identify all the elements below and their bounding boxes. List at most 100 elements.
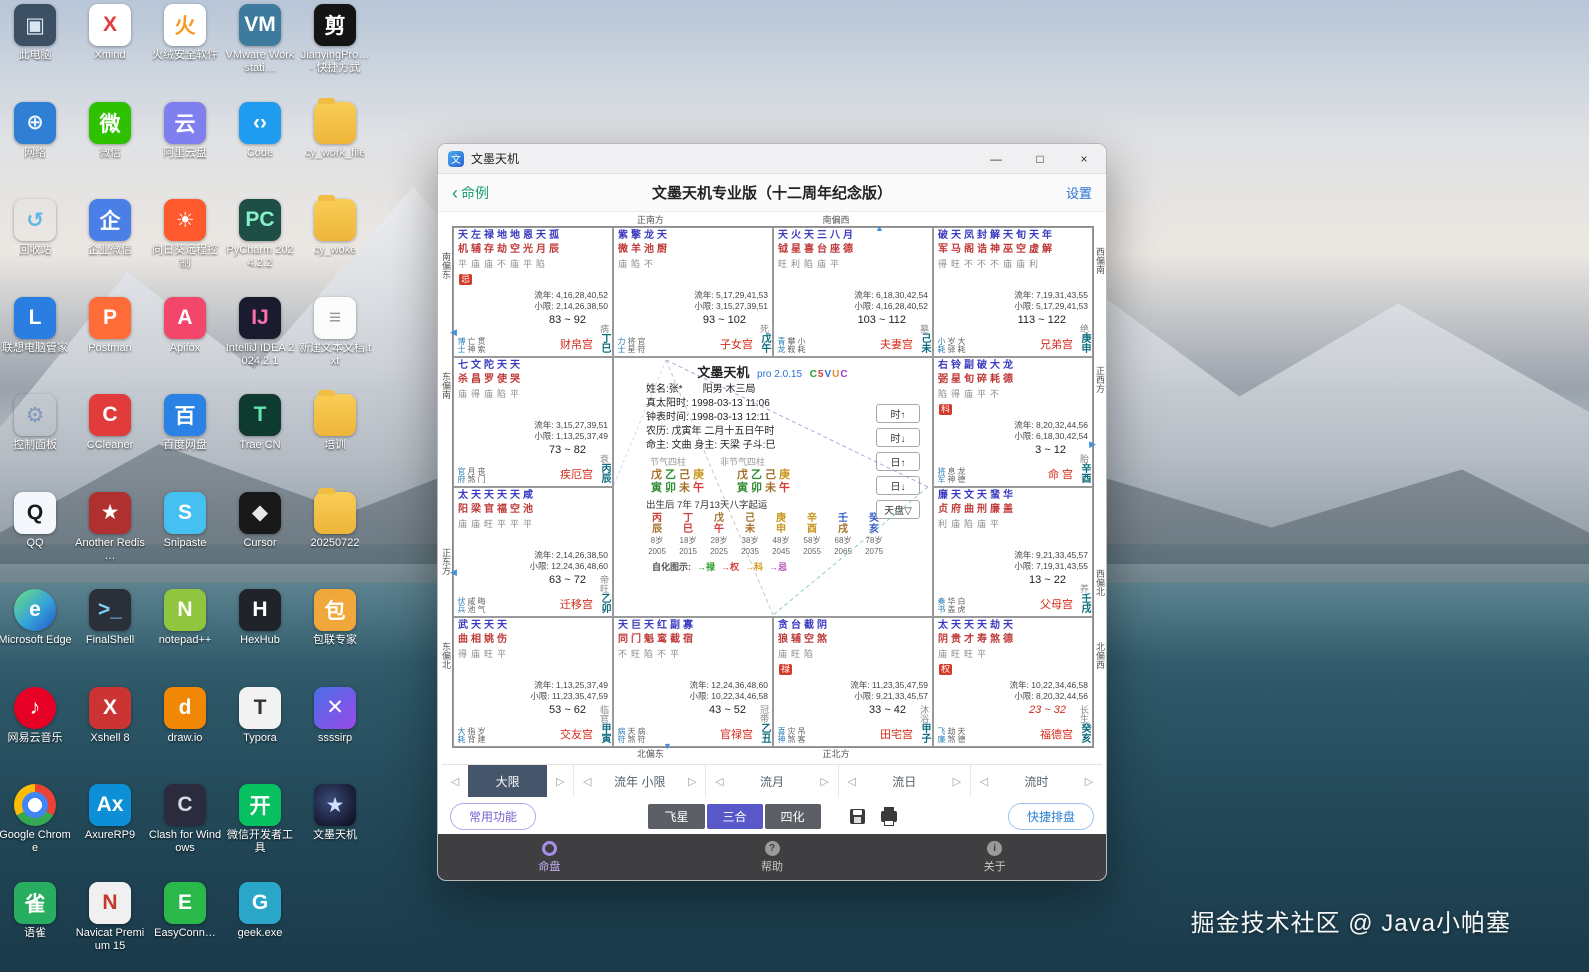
desktop-icon-trae-cn[interactable]: TTrae CN	[223, 394, 297, 488]
desktop-icon-wenmo-tianji[interactable]: ★文墨天机	[298, 784, 372, 878]
palace-cell-hai[interactable]: 太天天天劫天阴贵才寿煞德庙旺旺平权流年: 10,22,34,46,58小限: 8…	[933, 617, 1093, 747]
palace-cell-xu[interactable]: 廉天文天蜚华贞府曲刑廉盖利庙陷庙平流年: 9,21,33,45,57小限: 7,…	[933, 487, 1093, 617]
dayun-column[interactable]: 戊午28岁2025	[706, 513, 732, 557]
back-button[interactable]: ‹ 命例	[452, 183, 489, 203]
bottom-tab-0[interactable]: 命盘	[438, 834, 661, 880]
dayun-column[interactable]: 辛酉58岁2055	[799, 513, 825, 557]
settings-button[interactable]: 设置	[1066, 183, 1092, 202]
mode-button-0[interactable]: 飞星	[648, 804, 704, 829]
desktop-icon-sunlogin[interactable]: ☀向日葵远程控制	[148, 199, 222, 293]
desktop-icon-huorong-security[interactable]: 火火绒安全软件	[148, 4, 222, 98]
desktop-icon-vmware-workstation[interactable]: VMVMware Workstati…	[223, 4, 297, 98]
desktop-icon-axure-rp9[interactable]: AxAxureRP9	[73, 784, 147, 878]
desktop-icon-recycle-bin[interactable]: ↺回收站	[0, 199, 72, 293]
desktop-icon-hexhub[interactable]: HHexHub	[223, 589, 297, 683]
nav-next-button-0[interactable]: ▷	[547, 765, 573, 797]
desktop-icon-aliyun-drive[interactable]: 云阿里云盘	[148, 102, 222, 196]
desktop-icon-postman[interactable]: PPostman	[73, 297, 147, 391]
palace-cell-mao[interactable]: 太天天天天咸阳梁官福空池庙庙旺平平平流年: 2,14,26,38,50小限: 1…	[453, 487, 613, 617]
desktop-icon-google-chrome[interactable]: Google Chrome	[0, 784, 72, 878]
desktop-icon-baidu-netdisk[interactable]: 百百度网盘	[148, 394, 222, 488]
dayun-column[interactable]: 丙辰8岁2005	[644, 513, 670, 557]
palace-cell-yin[interactable]: 武天天天曲相姚伤得庙旺平流年: 1,13,25,37,49小限: 11,23,3…	[453, 617, 613, 747]
desktop-icon-finalshell[interactable]: >_FinalShell	[73, 589, 147, 683]
desktop-icon-wechat[interactable]: 微微信	[73, 102, 147, 196]
nav-next-button-2[interactable]: ▷	[812, 765, 838, 797]
hour-up-button[interactable]: 时↑	[876, 404, 920, 423]
day-up-button[interactable]: 日↑	[876, 452, 920, 471]
nav-prev-button-1[interactable]: ◁	[574, 765, 600, 797]
palace-cell-you[interactable]: 右铃副破大龙弼星旬碎耗德陷得庙平不科流年: 8,20,32,44,56小限: 6…	[933, 357, 1093, 487]
desktop-icon-pycharm[interactable]: PCPyCharm 2024.2.2	[223, 199, 297, 293]
palace-cell-wei[interactable]: 天火天三八月钺星喜台座德旺利陷庙平流年: 6,18,30,42,54小限: 4,…	[773, 227, 933, 357]
close-button[interactable]: ×	[1062, 144, 1106, 173]
desktop-icon-folder-20250722[interactable]: 20250722	[298, 492, 372, 586]
mode-button-1[interactable]: 三合	[707, 804, 763, 829]
desktop-icon-cursor[interactable]: ◆Cursor	[223, 492, 297, 586]
desktop-icon-control-panel[interactable]: ⚙控制面板	[0, 394, 72, 488]
desktop-icon-apifox[interactable]: AApifox	[148, 297, 222, 391]
desktop-icon-drawio[interactable]: ddraw.io	[148, 687, 222, 781]
desktop-icon-baolian-expert[interactable]: 包包联专家	[298, 589, 372, 683]
tianpan-button[interactable]: 天盘▽	[876, 500, 920, 519]
dayun-column[interactable]: 癸亥78岁2075	[861, 513, 887, 557]
desktop-icon-vscode[interactable]: ‹›Code	[223, 102, 297, 196]
bottom-tab-2[interactable]: i关于	[883, 834, 1106, 880]
common-functions-button[interactable]: 常用功能	[450, 803, 536, 830]
desktop-icon-intellij-idea[interactable]: IJIntelliJ IDEA 2024.2.1	[223, 297, 297, 391]
palace-cell-wu[interactable]: 紫擎龙天微羊池厨庙陷不流年: 5,17,29,41,53小限: 3,15,27,…	[613, 227, 773, 357]
desktop-icon-xmind[interactable]: XXmind	[73, 4, 147, 98]
hour-down-button[interactable]: 时↓	[876, 428, 920, 447]
palace-cell-chen[interactable]: 七文陀天天杀昌罗使哭庙得庙陷平流年: 3,15,27,39,51小限: 1,13…	[453, 357, 613, 487]
nav-prev-button-0[interactable]: ◁	[442, 765, 468, 797]
desktop-icon-network[interactable]: ⊕网络	[0, 102, 72, 196]
desktop-icon-wechat-devtools[interactable]: 开微信开发者工具	[223, 784, 297, 878]
bottom-tab-1[interactable]: ?帮助	[661, 834, 884, 880]
quick-chart-button[interactable]: 快捷排盘	[1008, 803, 1094, 830]
save-icon[interactable]	[850, 809, 865, 824]
nav-prev-button-3[interactable]: ◁	[839, 765, 865, 797]
desktop-icon-easyconn[interactable]: EEasyConn…	[148, 882, 222, 972]
nav-tab-1[interactable]: 流年 小限	[600, 765, 679, 797]
desktop-icon-folder-peixun[interactable]: 培训	[298, 394, 372, 488]
dayun-column[interactable]: 庚申48岁2045	[768, 513, 794, 557]
nav-tab-4[interactable]: 流时	[997, 765, 1076, 797]
dayun-column[interactable]: 丁巳18岁2015	[675, 513, 701, 557]
palace-cell-zi[interactable]: 贪台截阴狼辅空煞庙旺陷禄流年: 11,23,35,47,59小限: 9,21,3…	[773, 617, 933, 747]
desktop-icon-notepad-plus-plus[interactable]: Nnotepad++	[148, 589, 222, 683]
nav-prev-button-4[interactable]: ◁	[971, 765, 997, 797]
palace-cell-chou[interactable]: 天巨天红副寡同门魁鸾截宿不旺陷不平流年: 12,24,36,48,60小限: 1…	[613, 617, 773, 747]
desktop-icon-jianying-pro[interactable]: 剪JianyingPro… - 快捷方式	[298, 4, 372, 98]
desktop-icon-netease-music[interactable]: ♪网易云音乐	[0, 687, 72, 781]
minimize-button[interactable]: —	[974, 144, 1018, 173]
dayun-column[interactable]: 壬戌68岁2065	[830, 513, 856, 557]
desktop-icon-snipaste[interactable]: SSnipaste	[148, 492, 222, 586]
desktop-icon-yuque[interactable]: 雀语雀	[0, 882, 72, 972]
nav-tab-3[interactable]: 流日	[865, 765, 944, 797]
desktop-icon-xshell8[interactable]: XXshell 8	[73, 687, 147, 781]
desktop-icon-navicat[interactable]: NNavicat Premium 15	[73, 882, 147, 972]
desktop-icon-folder-cy-woke[interactable]: cy_woke	[298, 199, 372, 293]
nav-tab-0[interactable]: 大限	[468, 765, 547, 797]
desktop-icon-typora[interactable]: TTypora	[223, 687, 297, 781]
desktop-icon-ccleaner[interactable]: CCCleaner	[73, 394, 147, 488]
desktop-icon-new-text-doc[interactable]: ≡新建文本文档.txt	[298, 297, 372, 391]
desktop-icon-clash-for-windows[interactable]: CClash for Windows	[148, 784, 222, 878]
nav-next-button-1[interactable]: ▷	[679, 765, 705, 797]
day-down-button[interactable]: 日↓	[876, 476, 920, 495]
desktop-icon-microsoft-edge[interactable]: eMicrosoft Edge	[0, 589, 72, 683]
palace-cell-si[interactable]: 天左禄地地恩天孤机辅存劫空光月辰平庙庙不庙平陷忌流年: 4,16,28,40,5…	[453, 227, 613, 357]
maximize-button[interactable]: □	[1018, 144, 1062, 173]
desktop-icon-qq[interactable]: QQQ	[0, 492, 72, 586]
desktop-icon-lenovo-manager[interactable]: L联想电脑管家	[0, 297, 72, 391]
desktop-icon-ssssirp[interactable]: ✕ssssirp	[298, 687, 372, 781]
nav-prev-button-2[interactable]: ◁	[706, 765, 732, 797]
nav-next-button-4[interactable]: ▷	[1076, 765, 1102, 797]
nav-next-button-3[interactable]: ▷	[944, 765, 970, 797]
mode-button-2[interactable]: 四化	[765, 804, 821, 829]
palace-cell-shen[interactable]: 破天凤封解天旬天年军马阁诰神巫空虚解得旺不不不庙庙利流年: 7,19,31,43…	[933, 227, 1093, 357]
desktop-icon-folder-cy-work-file[interactable]: cy_work_file	[298, 102, 372, 196]
desktop-icon-wecom[interactable]: 企企业微信	[73, 199, 147, 293]
print-icon[interactable]	[881, 811, 897, 822]
desktop-icon-another-redis[interactable]: ★Another Redis …	[73, 492, 147, 586]
